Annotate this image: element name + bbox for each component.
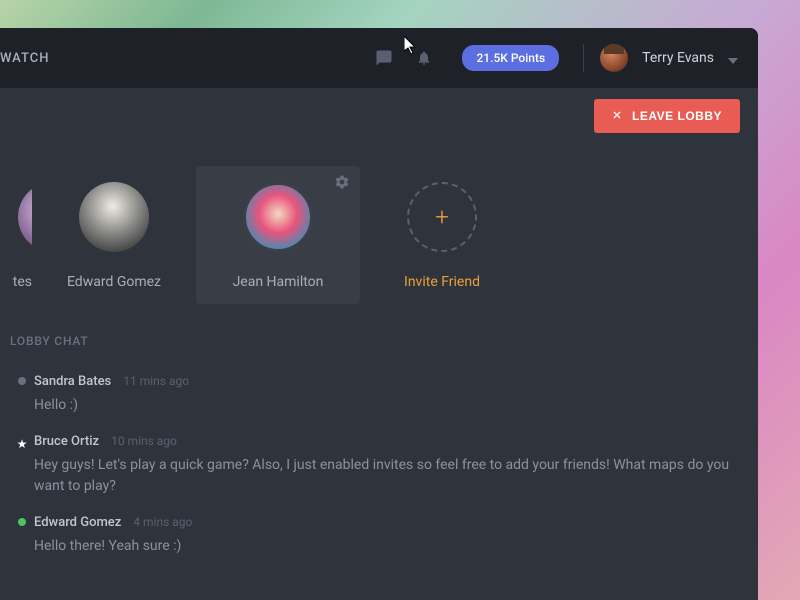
- close-icon: ✕: [612, 109, 622, 122]
- message-author: Edward Gomez: [34, 515, 121, 530]
- player-name: Edward Gomez: [67, 274, 161, 290]
- invite-label: Invite Friend: [404, 274, 480, 290]
- player-name-fragment: tes: [13, 274, 32, 290]
- chat-message: Sandra Bates 11 mins ago Hello :): [10, 370, 758, 430]
- status-indicator: [10, 515, 34, 526]
- player-avatar: [79, 182, 149, 252]
- leave-lobby-button[interactable]: ✕ LEAVE LOBBY: [594, 99, 740, 133]
- host-star-icon: ★: [10, 434, 34, 451]
- players-row: tes Edward Gomez Jean Hamilton + Invite …: [0, 144, 758, 304]
- plus-icon: +: [435, 203, 449, 231]
- subheader: ✕ LEAVE LOBBY: [0, 88, 758, 144]
- invite-circle[interactable]: +: [407, 182, 477, 252]
- message-author: Bruce Ortiz: [34, 434, 99, 449]
- chat-message: Edward Gomez 4 mins ago Hello there! Yea…: [10, 511, 758, 571]
- status-indicator: [10, 374, 34, 385]
- invite-friend-card[interactable]: + Invite Friend: [360, 166, 524, 304]
- player-card-selected[interactable]: Jean Hamilton: [196, 166, 360, 304]
- username-label: Terry Evans: [642, 50, 714, 66]
- player-name: Jean Hamilton: [233, 274, 324, 290]
- message-text: Hello :): [34, 395, 738, 416]
- player-card-partial[interactable]: tes: [0, 166, 32, 304]
- message-time: 4 mins ago: [133, 515, 192, 529]
- user-menu-chevron-icon[interactable]: [728, 49, 738, 68]
- message-text: Hello there! Yeah sure :): [34, 536, 738, 557]
- header-bar: WATCH 21.5K Points Terry Evans: [0, 28, 758, 88]
- message-time: 11 mins ago: [123, 374, 189, 388]
- player-avatar: [18, 182, 32, 252]
- points-badge[interactable]: 21.5K Points: [462, 45, 559, 71]
- player-card[interactable]: Edward Gomez: [32, 166, 196, 304]
- user-avatar[interactable]: [600, 44, 628, 72]
- message-text: Hey guys! Let's play a quick game? Also,…: [34, 455, 738, 497]
- lobby-chat: LOBBY CHAT Sandra Bates 11 mins ago Hell…: [0, 304, 758, 571]
- message-time: 10 mins ago: [111, 434, 177, 448]
- chat-title: LOBBY CHAT: [10, 334, 758, 348]
- header-divider: [583, 44, 584, 72]
- brand-text: WATCH: [0, 51, 49, 66]
- player-avatar: [243, 182, 313, 252]
- message-author: Sandra Bates: [34, 374, 111, 389]
- chat-icon[interactable]: [374, 48, 394, 68]
- leave-lobby-label: LEAVE LOBBY: [632, 109, 722, 123]
- chat-message: ★ Bruce Ortiz 10 mins ago Hey guys! Let'…: [10, 430, 758, 511]
- bell-icon[interactable]: [414, 48, 434, 68]
- app-panel: WATCH 21.5K Points Terry Evans ✕ LEAVE L…: [0, 28, 758, 600]
- gear-icon[interactable]: [334, 174, 350, 194]
